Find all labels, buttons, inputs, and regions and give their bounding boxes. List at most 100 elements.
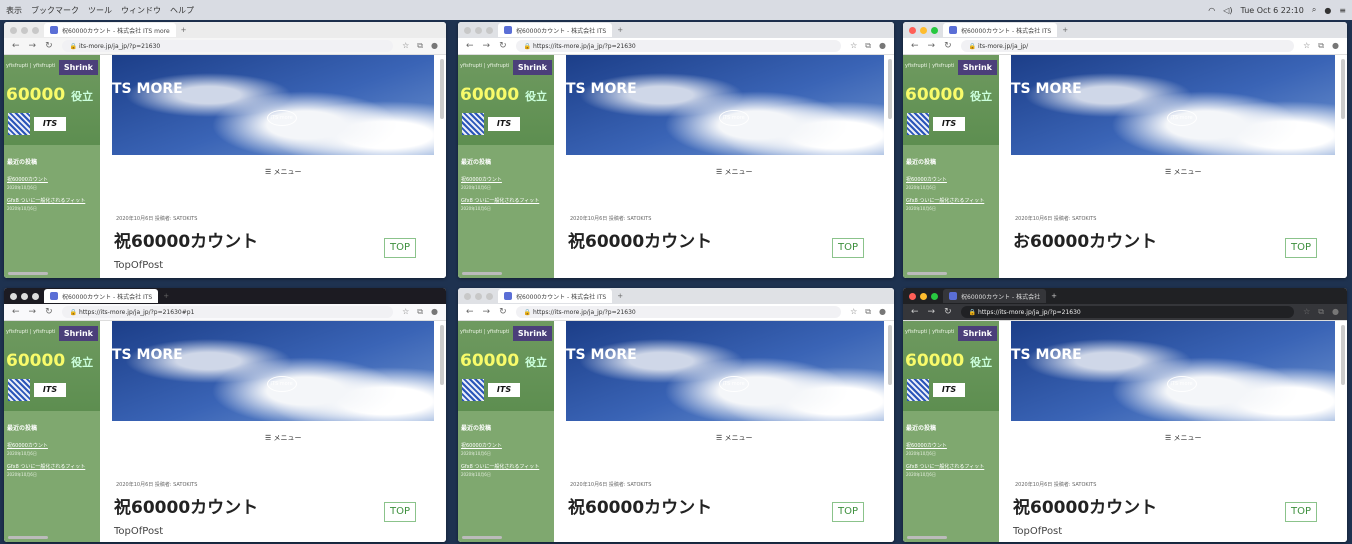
menu-toggle[interactable]: ☰ メニュー (1165, 167, 1202, 177)
top-button[interactable]: TOP (832, 238, 864, 258)
new-tab-icon[interactable]: + (181, 26, 187, 34)
horizontal-scrollbar[interactable] (462, 272, 502, 275)
recent-post-link[interactable]: 祝60000カウント (458, 174, 554, 185)
reload-icon[interactable]: ↻ (499, 307, 507, 317)
browser-tab[interactable]: 祝60000カウント - 株式会社 ITS (44, 289, 159, 303)
back-icon[interactable]: ← (12, 307, 20, 317)
wifi-icon[interactable]: ◠ (1208, 6, 1215, 15)
profile-icon[interactable]: ● (1332, 307, 1339, 317)
recent-post-link[interactable]: Gfx8 ついに一般化されるフィット (903, 461, 999, 472)
new-tab-icon[interactable]: + (1062, 26, 1068, 34)
back-icon[interactable]: ← (911, 41, 919, 51)
window-controls[interactable] (10, 292, 39, 300)
reload-icon[interactable]: ↻ (45, 307, 53, 317)
profile-icon[interactable]: ● (1332, 41, 1339, 51)
window-controls[interactable] (10, 26, 39, 34)
window-controls[interactable] (909, 26, 938, 34)
recent-post-link[interactable]: 祝60000カウント (458, 440, 554, 451)
extensions-icon[interactable]: ⧉ (417, 41, 423, 51)
reload-icon[interactable]: ↻ (45, 41, 53, 51)
menu-bookmarks[interactable]: ブックマーク (31, 5, 79, 16)
shrink-button[interactable]: Shrink (58, 326, 98, 341)
vertical-scrollbar[interactable] (888, 325, 892, 385)
top-button[interactable]: TOP (1285, 238, 1317, 258)
vertical-scrollbar[interactable] (440, 325, 444, 385)
extensions-icon[interactable]: ⧉ (1318, 307, 1324, 317)
shrink-button[interactable]: Shrink (512, 326, 552, 341)
horizontal-scrollbar[interactable] (462, 536, 502, 539)
address-bar[interactable]: 🔒 https://its-more.jp/ja_jp/?p=21630 (960, 306, 1295, 318)
window-controls[interactable] (909, 292, 938, 300)
menu-toggle[interactable]: ☰ メニュー (265, 433, 302, 443)
forward-icon[interactable]: → (483, 41, 491, 51)
extensions-icon[interactable]: ⧉ (417, 307, 423, 317)
shrink-button[interactable]: Shrink (512, 60, 552, 75)
bookmark-icon[interactable]: ☆ (1303, 41, 1310, 51)
browser-tab[interactable]: 祝60000カウント - 株式会社 ITS more (44, 23, 176, 37)
recent-post-link[interactable]: Gfx8 ついに一般化されるフィット (458, 461, 554, 472)
recent-post-link[interactable]: 祝60000カウント (4, 174, 100, 185)
forward-icon[interactable]: → (928, 307, 936, 317)
bookmark-icon[interactable]: ☆ (402, 307, 409, 317)
vertical-scrollbar[interactable] (1341, 59, 1345, 119)
extensions-icon[interactable]: ⧉ (865, 41, 871, 51)
menu-view[interactable]: 表示 (6, 5, 22, 16)
back-icon[interactable]: ← (911, 307, 919, 317)
window-controls[interactable] (464, 26, 493, 34)
menu-tools[interactable]: ツール (88, 5, 112, 16)
back-icon[interactable]: ← (466, 307, 474, 317)
menu-window[interactable]: ウィンドウ (121, 5, 161, 16)
address-bar[interactable]: 🔒 https://its-more.jp/ja_jp/?p=21630 (515, 306, 842, 318)
forward-icon[interactable]: → (29, 41, 37, 51)
shrink-button[interactable]: Shrink (957, 60, 997, 75)
address-bar[interactable]: 🔒 https://its-more.jp/ja_jp/?p=21630 (515, 40, 842, 52)
horizontal-scrollbar[interactable] (8, 272, 48, 275)
menu-toggle[interactable]: ☰ メニュー (716, 167, 753, 177)
bookmark-icon[interactable]: ☆ (402, 41, 409, 51)
menu-help[interactable]: ヘルプ (170, 5, 194, 16)
browser-tab[interactable]: 祝60000カウント - 株式会社 ITS (943, 23, 1058, 37)
reload-icon[interactable]: ↻ (944, 41, 952, 51)
profile-icon[interactable]: ● (879, 307, 886, 317)
forward-icon[interactable]: → (483, 307, 491, 317)
clock[interactable]: Tue Oct 6 22:10 (1241, 6, 1304, 15)
recent-post-link[interactable]: Gfx8 ついに一般化されるフィット (458, 195, 554, 206)
vertical-scrollbar[interactable] (888, 59, 892, 119)
browser-tab[interactable]: 祝60000カウント - 株式会社 (943, 289, 1047, 303)
forward-icon[interactable]: → (29, 307, 37, 317)
reload-icon[interactable]: ↻ (944, 307, 952, 317)
browser-tab[interactable]: 祝60000カウント - 株式会社 ITS (498, 289, 613, 303)
horizontal-scrollbar[interactable] (907, 272, 947, 275)
bookmark-icon[interactable]: ☆ (850, 41, 857, 51)
top-button[interactable]: TOP (384, 502, 416, 522)
reload-icon[interactable]: ↻ (499, 41, 507, 51)
horizontal-scrollbar[interactable] (8, 536, 48, 539)
new-tab-icon[interactable]: + (617, 26, 623, 34)
back-icon[interactable]: ← (12, 41, 20, 51)
bookmark-icon[interactable]: ☆ (850, 307, 857, 317)
window-controls[interactable] (464, 292, 493, 300)
recent-post-link[interactable]: Gfx8 ついに一般化されるフィット (4, 461, 100, 472)
bookmark-icon[interactable]: ☆ (1303, 307, 1310, 317)
new-tab-icon[interactable]: + (163, 292, 169, 300)
extensions-icon[interactable]: ⧉ (865, 307, 871, 317)
address-bar[interactable]: 🔒 its-more.jp/ja_jp/ (960, 40, 1295, 52)
user-icon[interactable]: ● (1324, 6, 1331, 15)
menu-toggle[interactable]: ☰ メニュー (716, 433, 753, 443)
address-bar[interactable]: 🔒 its-more.jp/ja_jp/?p=21630 (61, 40, 394, 52)
top-button[interactable]: TOP (832, 502, 864, 522)
profile-icon[interactable]: ● (879, 41, 886, 51)
profile-icon[interactable]: ● (431, 307, 438, 317)
recent-post-link[interactable]: 祝60000カウント (903, 174, 999, 185)
extensions-icon[interactable]: ⧉ (1318, 41, 1324, 51)
search-icon[interactable]: ⌕ (1312, 5, 1316, 15)
top-button[interactable]: TOP (384, 238, 416, 258)
shrink-button[interactable]: Shrink (58, 60, 98, 75)
menu-toggle[interactable]: ☰ メニュー (1165, 433, 1202, 443)
vertical-scrollbar[interactable] (1341, 325, 1345, 385)
new-tab-icon[interactable]: + (617, 292, 623, 300)
address-bar[interactable]: 🔒 https://its-more.jp/ja_jp/?p=21630#p1 (61, 306, 394, 318)
browser-tab[interactable]: 祝60000カウント - 株式会社 ITS (498, 23, 613, 37)
recent-post-link[interactable]: 祝60000カウント (4, 440, 100, 451)
shrink-button[interactable]: Shrink (957, 326, 997, 341)
